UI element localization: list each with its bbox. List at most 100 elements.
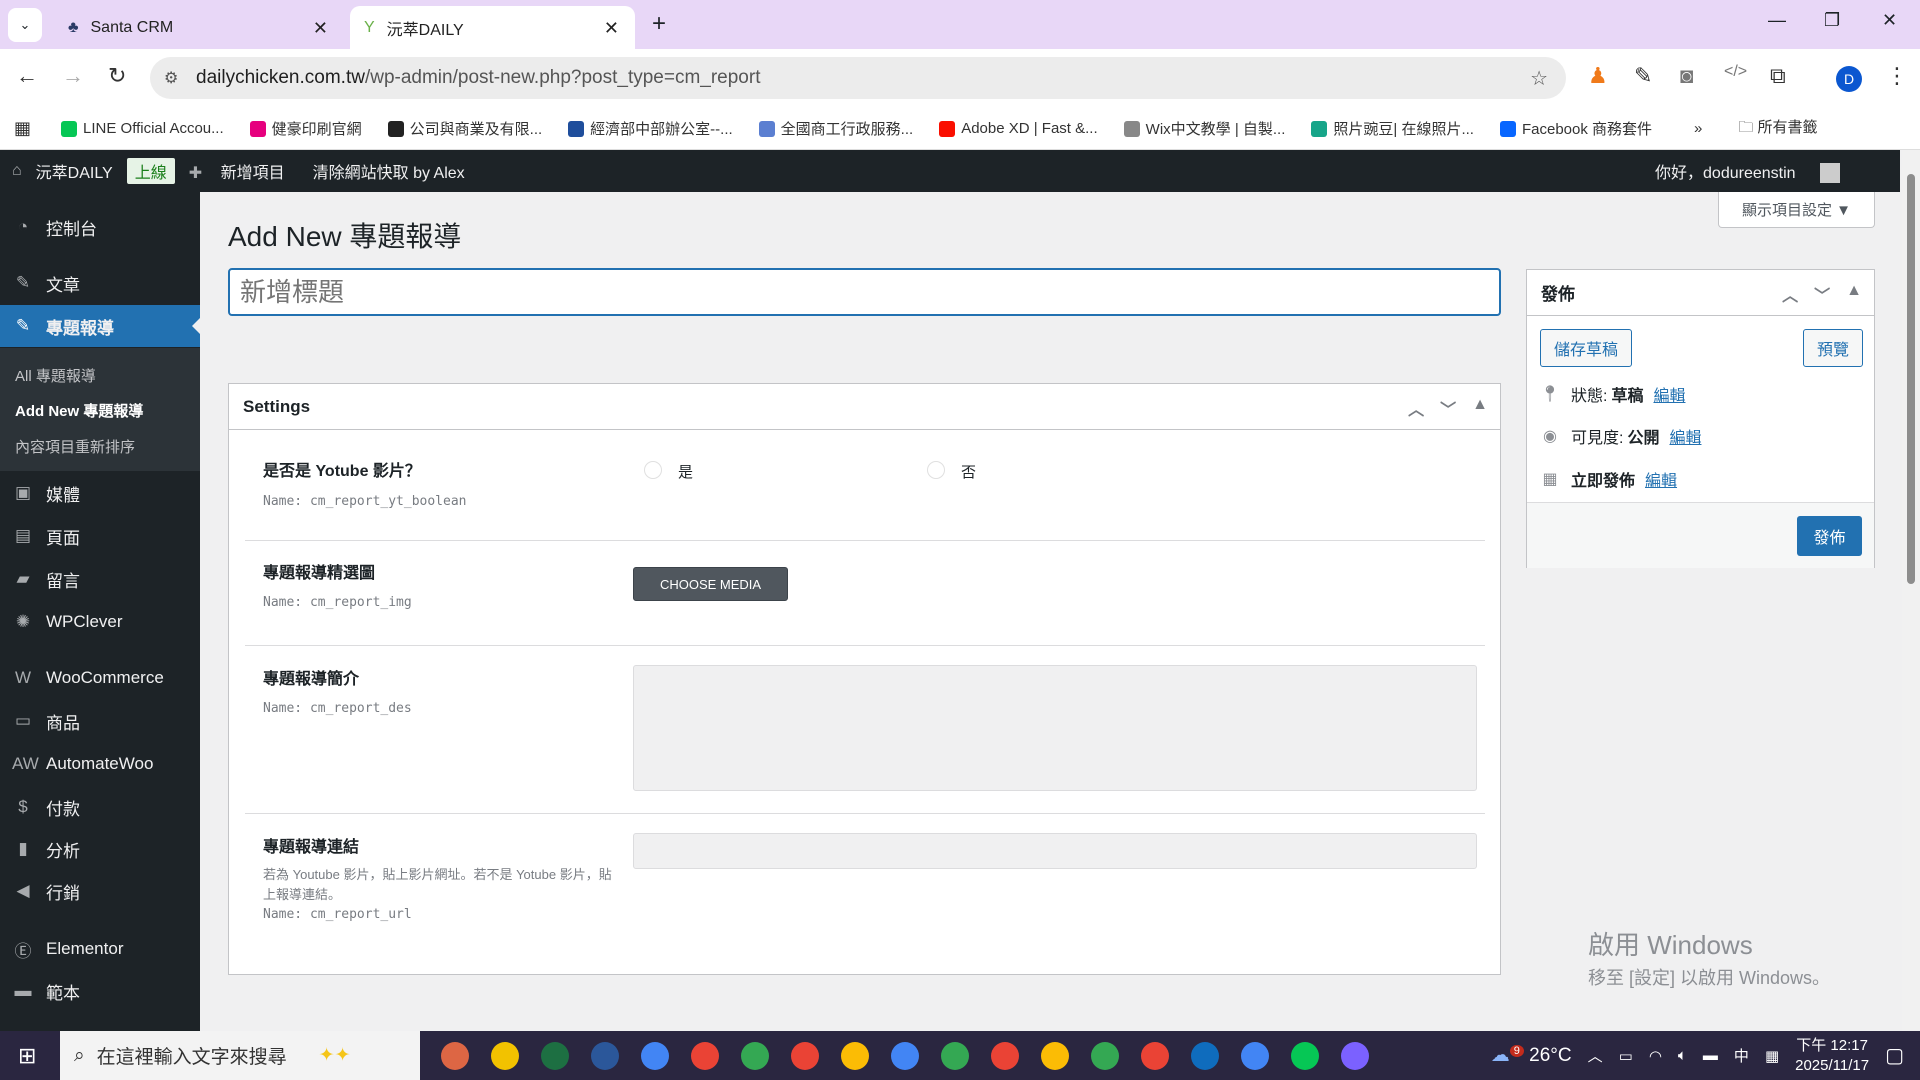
move-down-icon[interactable]: ﹀ bbox=[1814, 282, 1830, 306]
bookmark-item[interactable]: 健豪印刷官網 bbox=[249, 118, 362, 139]
save-draft-button[interactable]: 儲存草稿 bbox=[1540, 329, 1632, 367]
tab-active-daily[interactable]: Y 沅萃DAILY ✕ bbox=[350, 6, 635, 50]
tab-santa-crm[interactable]: ♣ Santa CRM ✕ bbox=[54, 6, 344, 50]
radio-no[interactable] bbox=[927, 461, 945, 479]
apps-grid-icon[interactable]: ▦ bbox=[14, 118, 31, 139]
post-title-input[interactable] bbox=[228, 268, 1501, 316]
taskbar-app-icon[interactable] bbox=[734, 1038, 776, 1074]
scrollbar-thumb[interactable] bbox=[1907, 174, 1915, 584]
sidebar-item-pin[interactable]: ✎ 文章 bbox=[0, 262, 200, 304]
taskbar-app-icon[interactable] bbox=[684, 1038, 726, 1074]
start-button[interactable]: ⊞ bbox=[18, 1043, 36, 1069]
radio-yes[interactable] bbox=[644, 461, 662, 479]
submenu-reorder[interactable]: 內容項目重新排序 bbox=[15, 436, 135, 457]
home-icon[interactable]: ⌂ bbox=[12, 162, 22, 180]
menu-kebab-icon[interactable]: ⋮ bbox=[1886, 63, 1908, 89]
taskbar-app-icon[interactable] bbox=[584, 1038, 626, 1074]
taskbar-app-icon[interactable] bbox=[434, 1038, 476, 1074]
more-bookmarks-icon[interactable]: » bbox=[1694, 120, 1702, 137]
all-bookmarks[interactable]: 🗀 所有書籤 bbox=[1738, 116, 1817, 142]
sidebar-item-box[interactable]: ▭ 商品 bbox=[0, 700, 200, 742]
site-settings-icon[interactable]: ⚙ bbox=[164, 68, 178, 88]
edit-visibility-link[interactable]: 編輯 bbox=[1669, 424, 1701, 448]
clock[interactable]: 下午 12:17 2025/11/17 bbox=[1795, 1036, 1869, 1076]
publish-button[interactable]: 發佈 bbox=[1797, 516, 1862, 556]
taskbar-app-icon[interactable] bbox=[784, 1038, 826, 1074]
taskbar-app-icon[interactable] bbox=[1234, 1038, 1276, 1074]
preview-button[interactable]: 預覽 bbox=[1803, 329, 1863, 367]
clear-cache-link[interactable]: 清除網站快取 by Alex bbox=[313, 159, 465, 183]
edit-schedule-link[interactable]: 編輯 bbox=[1645, 467, 1677, 491]
new-tab-button[interactable]: + bbox=[652, 10, 666, 38]
taskbar-app-icon[interactable] bbox=[1084, 1038, 1126, 1074]
sidebar-item-aw[interactable]: AW AutomateWoo bbox=[0, 743, 200, 785]
close-tab-icon[interactable]: ✕ bbox=[313, 18, 328, 39]
taskbar-search[interactable]: ⌕ 在這裡輸入文字來搜尋 ✦✦ bbox=[60, 1031, 420, 1080]
taskbar-app-icon[interactable] bbox=[884, 1038, 926, 1074]
sidebar-item-bulb[interactable]: ✺ WPClever bbox=[0, 601, 200, 643]
bookmark-star-icon[interactable]: ☆ bbox=[1530, 66, 1548, 91]
minimize-button[interactable]: — bbox=[1768, 10, 1786, 31]
submenu-add-new[interactable]: Add New 專題報導 bbox=[15, 400, 143, 421]
keyboard-icon[interactable]: ▦ bbox=[1765, 1047, 1779, 1065]
new-item-link[interactable]: ✚ 新增項目 bbox=[189, 159, 299, 183]
sidebar-item-woo[interactable]: W WooCommerce bbox=[0, 657, 200, 699]
bookmark-item[interactable]: 全國商工行政服務... bbox=[758, 118, 913, 139]
reload-icon[interactable]: ↻ bbox=[108, 63, 126, 89]
extensions-puzzle-icon[interactable]: ⧉ bbox=[1770, 63, 1786, 89]
bookmark-item[interactable]: Adobe XD | Fast &... bbox=[939, 118, 1098, 139]
eyedropper-icon[interactable]: ✎ bbox=[1634, 63, 1652, 89]
taskbar-app-icon[interactable] bbox=[834, 1038, 876, 1074]
bookmark-item[interactable]: LINE Official Accou... bbox=[61, 118, 224, 139]
sidebar-item-media[interactable]: ▣ 媒體 bbox=[0, 472, 200, 514]
url-input[interactable]: ⚙ dailychicken.com.tw/wp-admin/post-new.… bbox=[150, 57, 1566, 99]
battery-icon[interactable]: ▬ bbox=[1703, 1047, 1718, 1064]
taskbar-app-icon[interactable] bbox=[484, 1038, 526, 1074]
bookmark-item[interactable]: 經濟部中部辦公室--... bbox=[568, 118, 733, 139]
camera-icon[interactable]: ▭ bbox=[1619, 1047, 1633, 1065]
sidebar-item-chart[interactable]: ▮ 分析 bbox=[0, 828, 200, 870]
sidebar-item-dollar[interactable]: $ 付款 bbox=[0, 786, 200, 828]
bookmark-item[interactable]: 照片豌豆| 在線照片... bbox=[1311, 118, 1474, 139]
taskbar-app-icon[interactable] bbox=[1284, 1038, 1326, 1074]
bookmark-item[interactable]: 公司與商業及有限... bbox=[387, 118, 542, 139]
taskbar-app-icon[interactable] bbox=[634, 1038, 676, 1074]
report-url-input[interactable] bbox=[633, 833, 1477, 869]
sidebar-item-comment[interactable]: ▰ 留言 bbox=[0, 558, 200, 600]
profile-avatar[interactable]: D bbox=[1836, 66, 1862, 92]
chevron-up-icon[interactable]: ︿ bbox=[1588, 1045, 1603, 1066]
sidebar-item-pin[interactable]: ✎ 專題報導 bbox=[0, 305, 200, 347]
notifications-icon[interactable]: ▢ bbox=[1885, 1043, 1904, 1068]
taskbar-app-icon[interactable] bbox=[984, 1038, 1026, 1074]
maximize-button[interactable]: ❐ bbox=[1824, 10, 1840, 31]
taskbar-app-icon[interactable] bbox=[1034, 1038, 1076, 1074]
screen-options-button[interactable]: 顯示項目設定 ▼ bbox=[1718, 192, 1875, 228]
taskbar-app-icon[interactable] bbox=[1334, 1038, 1376, 1074]
toggle-panel-icon[interactable]: ▲ bbox=[1846, 282, 1862, 306]
weather-widget[interactable]: ☁ 9 26°C bbox=[1491, 1044, 1572, 1067]
taskbar-app-icon[interactable] bbox=[1184, 1038, 1226, 1074]
bookmark-item[interactable]: Facebook 商務套件 bbox=[1499, 118, 1652, 139]
move-down-icon[interactable]: ﹀ bbox=[1440, 396, 1456, 420]
sidebar-item-folder[interactable]: ▬ 範本 bbox=[0, 970, 200, 1012]
taskbar-app-icon[interactable] bbox=[934, 1038, 976, 1074]
page-scrollbar[interactable] bbox=[1902, 150, 1920, 1031]
close-tab-icon[interactable]: ✕ bbox=[604, 18, 619, 39]
extension-icon[interactable]: ♟ bbox=[1588, 63, 1608, 89]
code-icon[interactable]: </> bbox=[1724, 63, 1747, 81]
user-greeting[interactable]: 你好，dodureenstin bbox=[1655, 159, 1854, 184]
taskbar-app-icon[interactable] bbox=[1134, 1038, 1176, 1074]
tab-list-button[interactable]: ⌄ bbox=[8, 8, 42, 42]
back-icon[interactable]: ← bbox=[16, 63, 38, 89]
camera-icon[interactable]: ◙ bbox=[1680, 63, 1693, 89]
toggle-panel-icon[interactable]: ▲ bbox=[1472, 396, 1488, 420]
move-up-icon[interactable]: ︿ bbox=[1408, 396, 1424, 420]
volume-icon[interactable]: 🔈︎ bbox=[1678, 1047, 1687, 1064]
ime-indicator[interactable]: 中 bbox=[1734, 1045, 1749, 1066]
submenu-all[interactable]: All 專題報導 bbox=[15, 365, 96, 386]
forward-icon[interactable]: → bbox=[62, 63, 84, 89]
site-name-link[interactable]: 沅萃DAILY bbox=[36, 159, 113, 183]
wifi-icon[interactable]: ◠ bbox=[1649, 1047, 1662, 1065]
edit-status-link[interactable]: 編輯 bbox=[1653, 382, 1685, 406]
move-up-icon[interactable]: ︿ bbox=[1782, 282, 1798, 306]
